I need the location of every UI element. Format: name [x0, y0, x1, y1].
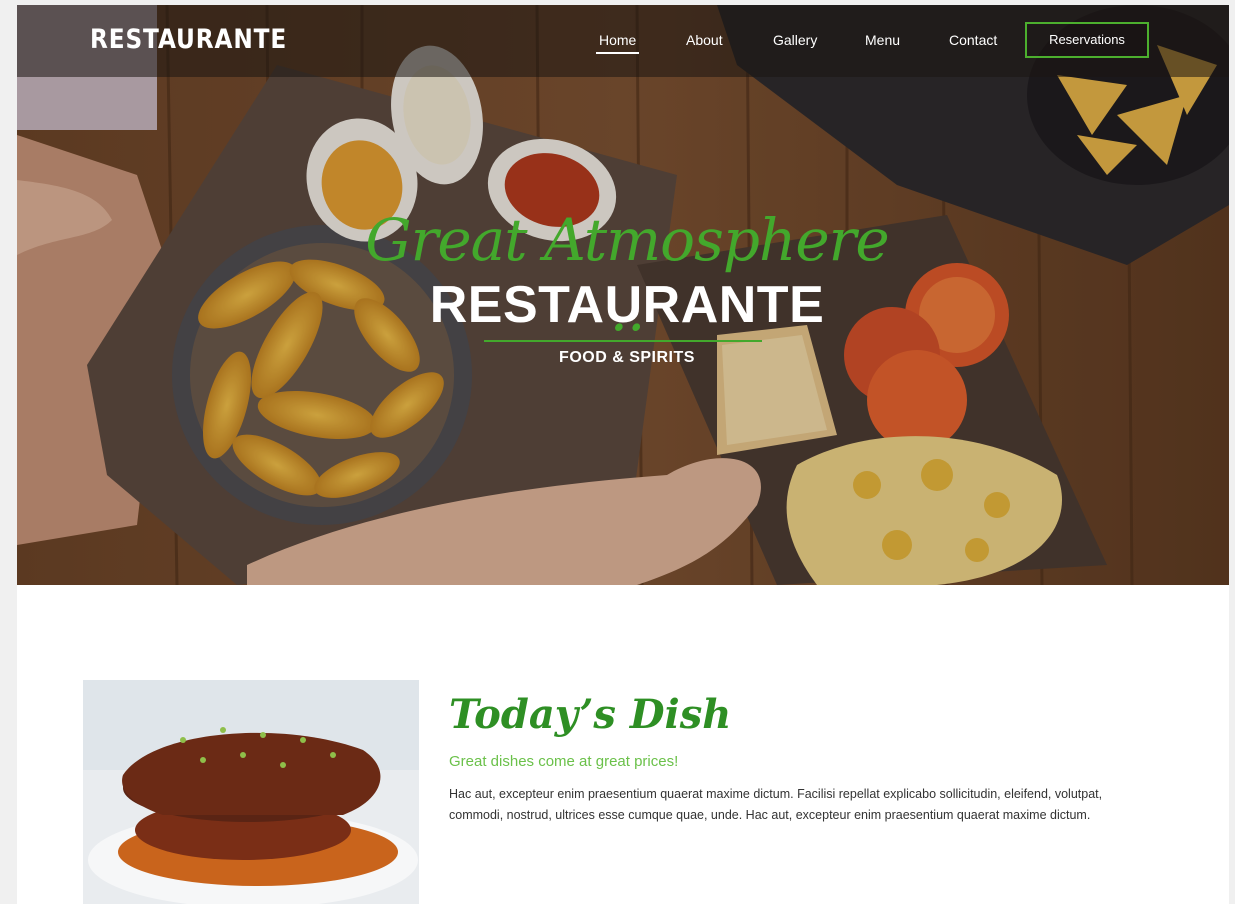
reservations-button[interactable]: Reservations: [1025, 22, 1149, 58]
nav-about[interactable]: About: [686, 32, 723, 48]
hero-subtitle: FOOD & SPIRITS: [559, 349, 695, 366]
page-frame: RESTAURANTE Home About Gallery Menu Cont…: [17, 5, 1229, 904]
dish-content: Today’s Dish Great dishes come at great …: [449, 691, 1189, 839]
dish-image: [83, 680, 419, 904]
top-navbar: RESTAURANTE Home About Gallery Menu Cont…: [17, 5, 1229, 77]
nav-home[interactable]: Home: [595, 32, 640, 54]
dish-description: Hac aut, excepteur enim praesentium quae…: [449, 787, 1103, 822]
site-logo[interactable]: RESTAURANTE: [90, 24, 287, 55]
dish-subtitle: Great dishes come at great prices!: [449, 753, 679, 770]
hero-title: RESTAURANTE: [429, 276, 825, 334]
hero-divider: [484, 340, 762, 342]
dish-title: Today’s Dish: [449, 691, 732, 738]
nav-contact[interactable]: Contact: [949, 32, 997, 48]
steak-photo: [83, 680, 419, 904]
hero-section: RESTAURANTE Home About Gallery Menu Cont…: [17, 5, 1229, 585]
nav-gallery[interactable]: Gallery: [773, 32, 817, 48]
nav-menu[interactable]: Menu: [865, 32, 900, 48]
